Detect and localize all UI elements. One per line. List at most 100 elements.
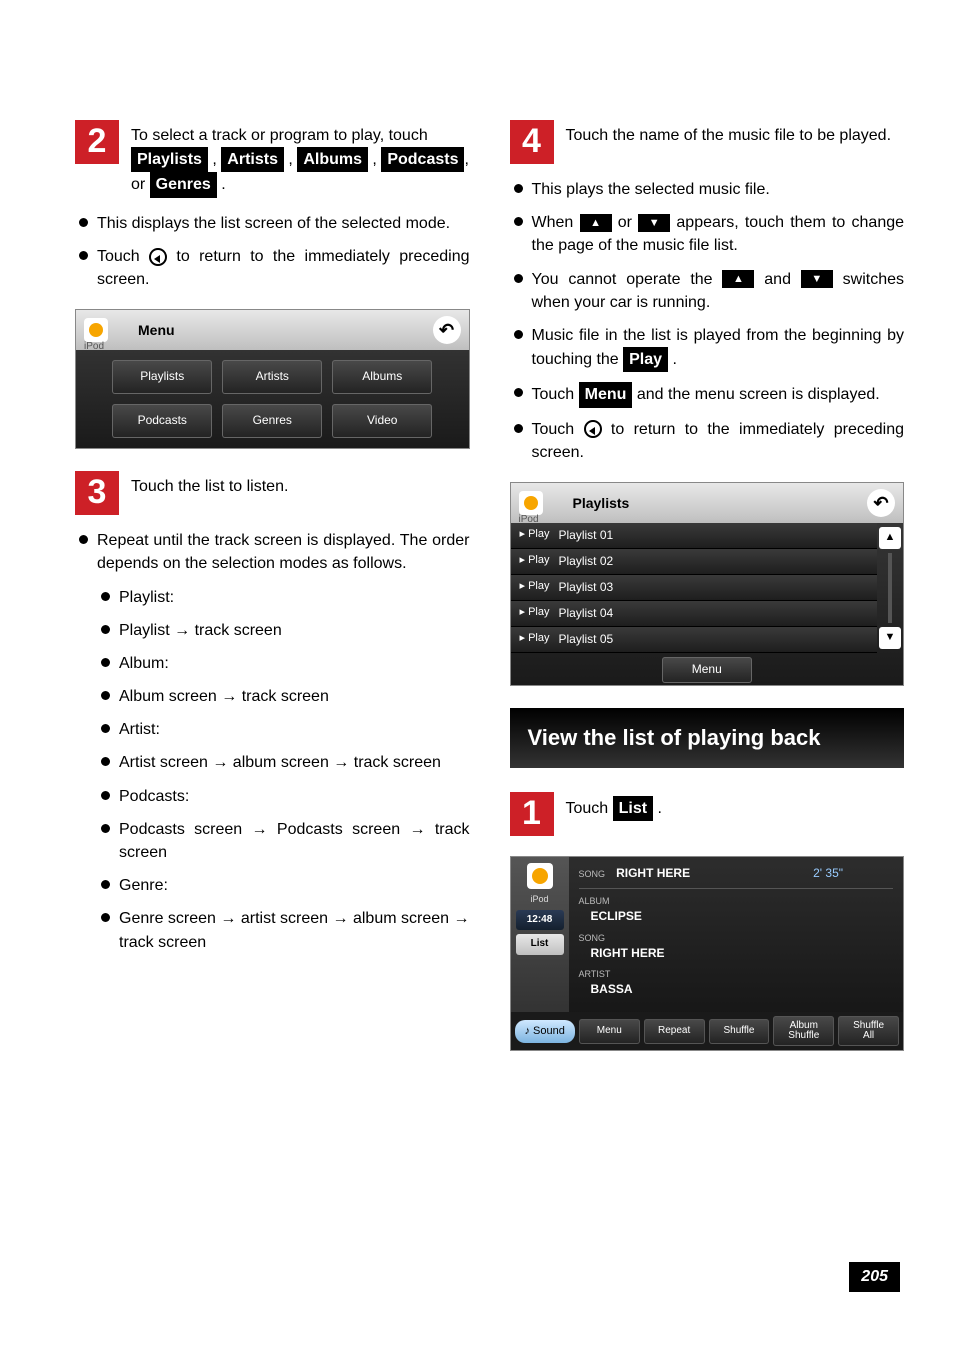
mode-line: Artist: (97, 718, 470, 741)
bullet: Touch to return to the immediately prece… (510, 418, 905, 464)
song-label-2: SONG (579, 932, 894, 945)
playlist-name[interactable]: Playlist 03 (559, 579, 878, 596)
mode-line: Podcasts: (97, 785, 470, 808)
step-2: 2 To select a track or program to play, … (75, 120, 470, 198)
txt: Touch (532, 421, 584, 438)
sound-button[interactable]: ♪ Sound (515, 1020, 575, 1044)
album-shuffle-button[interactable]: Album Shuffle (773, 1016, 834, 1046)
txt: Touch (566, 800, 613, 817)
ipod-label: iPod (530, 893, 548, 906)
left-column: 2 To select a track or program to play, … (75, 120, 470, 1051)
genres-button[interactable]: Genres (222, 404, 322, 438)
scroll-down-button[interactable]: ▼ (879, 627, 901, 649)
album-value: ECLIPSE (579, 908, 894, 925)
txt: When (532, 214, 580, 231)
mode-line: Album screen → track screen (97, 685, 470, 708)
play-cell[interactable]: Play (511, 553, 559, 569)
playlist-row[interactable]: PlayPlaylist 03 (511, 575, 878, 601)
playlists-button[interactable]: Playlists (112, 360, 212, 394)
txt: Music file in the list is played from th… (532, 327, 905, 368)
back-icon[interactable] (867, 489, 895, 517)
up-icon (580, 214, 612, 232)
playlist-row[interactable]: PlayPlaylist 04 (511, 601, 878, 627)
albums-button[interactable]: Albums (332, 360, 432, 394)
txt: You cannot operate the (532, 271, 723, 288)
page: 2 To select a track or program to play, … (0, 0, 954, 1352)
playlist-name[interactable]: Playlist 01 (559, 527, 878, 544)
ipod-label: iPod (84, 340, 104, 355)
playlists-screenshot: iPod Playlists PlayPlaylist 01 PlayPlayl… (510, 482, 905, 686)
step-4-text: Touch the name of the music file to be p… (566, 120, 905, 147)
song-value-2: RIGHT HERE (579, 945, 894, 962)
sep: , (368, 151, 381, 168)
time-chip: 12:48 (516, 910, 564, 931)
shuffle-all-button[interactable]: Shuffle All (838, 1016, 899, 1046)
playlist-name[interactable]: Playlist 04 (559, 605, 878, 622)
playlists-chip: Playlists (131, 147, 208, 172)
ipod-icon (519, 491, 543, 515)
bullet: Repeat until the track screen is display… (75, 529, 470, 954)
bullet: Music file in the list is played from th… (510, 324, 905, 372)
txt: Repeat until the track screen is display… (97, 532, 470, 572)
down-icon (638, 214, 670, 232)
playlist-row[interactable]: PlayPlaylist 05 (511, 627, 878, 653)
step-number-3: 3 (75, 471, 119, 515)
step-number-2: 2 (75, 120, 119, 164)
menu-button[interactable]: Menu (579, 1019, 640, 1044)
shuffle-button[interactable]: Shuffle (709, 1019, 770, 1044)
ipod-label: iPod (519, 513, 539, 528)
mode-line: Genre screen → artist screen → album scr… (97, 907, 470, 953)
sep: . (217, 176, 226, 193)
txt: Touch (532, 386, 579, 403)
mode-line: Artist screen → album screen → track scr… (97, 751, 470, 774)
play-cell[interactable]: Play (511, 631, 559, 647)
txt: and the menu screen is displayed. (637, 386, 880, 403)
screenshot-title: Playlists (573, 493, 630, 513)
podcasts-chip: Podcasts (381, 147, 464, 172)
playlist-row[interactable]: PlayPlaylist 01 (511, 523, 878, 549)
sep: , (284, 151, 297, 168)
bullet: Touch to return to the immediately prece… (75, 245, 470, 291)
menu-chip: Menu (579, 382, 633, 407)
repeat-button[interactable]: Repeat (644, 1019, 705, 1044)
play-cell[interactable]: Play (511, 579, 559, 595)
step-1: 1 Touch List . (510, 792, 905, 836)
mode-line: Playlist: (97, 586, 470, 609)
return-icon (584, 420, 602, 438)
album-label: ALBUM (579, 895, 894, 908)
ipod-icon (84, 318, 108, 342)
play-cell[interactable]: Play (511, 605, 559, 621)
scroll-up-button[interactable]: ▲ (879, 527, 901, 549)
now-playing-screenshot: iPod 12:48 List SONG RIGHT HERE 2' 35" (510, 856, 905, 1052)
menu-button[interactable]: Menu (662, 657, 752, 683)
list-button[interactable]: List (516, 934, 564, 955)
back-icon[interactable] (433, 316, 461, 344)
step-number-1: 1 (510, 792, 554, 836)
song-value: RIGHT HERE (616, 866, 690, 880)
mode-line: Genre: (97, 874, 470, 897)
artists-button[interactable]: Artists (222, 360, 322, 394)
playlist-name[interactable]: Playlist 02 (559, 553, 878, 570)
step-number-4: 4 (510, 120, 554, 164)
txt: Touch (97, 248, 149, 265)
txt: or (618, 214, 638, 231)
mode-line: Playlist → track screen (97, 619, 470, 642)
up-icon (722, 270, 754, 288)
step-3-text: Touch the list to listen. (131, 471, 470, 498)
txt: . (658, 800, 662, 817)
playlist-name[interactable]: Playlist 05 (559, 631, 878, 648)
play-cell[interactable]: Play (511, 527, 559, 543)
step-4: 4 Touch the name of the music file to be… (510, 120, 905, 164)
bullet: This displays the list screen of the sel… (75, 212, 470, 235)
bullet: This plays the selected music file. (510, 178, 905, 201)
txt: . (673, 351, 677, 368)
podcasts-button[interactable]: Podcasts (112, 404, 212, 438)
step-3: 3 Touch the list to listen. (75, 471, 470, 515)
playlist-row[interactable]: PlayPlaylist 02 (511, 549, 878, 575)
video-button[interactable]: Video (332, 404, 432, 438)
down-icon (801, 270, 833, 288)
sep: , (208, 151, 221, 168)
right-column: 4 Touch the name of the music file to be… (510, 120, 905, 1051)
artist-label: ARTIST (579, 968, 894, 981)
artists-chip: Artists (221, 147, 284, 172)
